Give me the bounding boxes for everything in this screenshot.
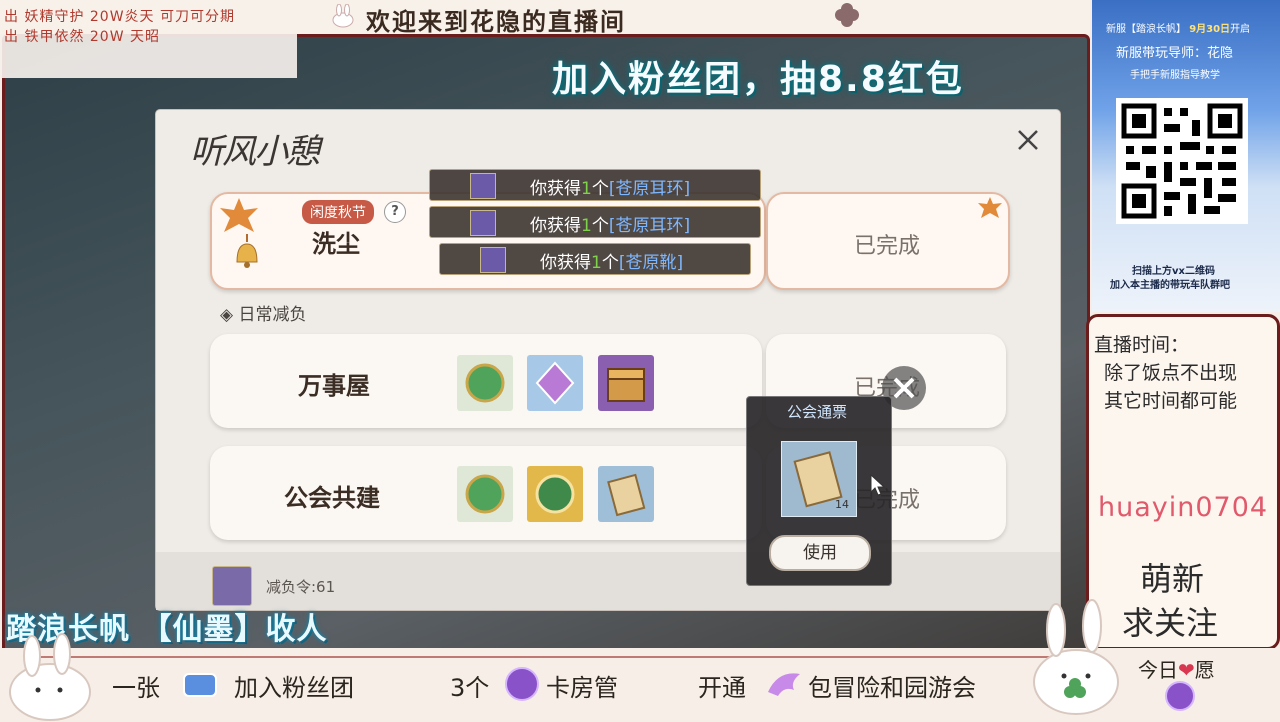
section-daily-relief: ◈ 日常减负: [220, 305, 307, 325]
toast-notification: 你获得1个[苍原耳环]: [429, 206, 761, 238]
bunny-clover-mascot-icon: [1033, 599, 1119, 715]
maple-leaf-icon: [978, 197, 1002, 218]
toast-notification: 你获得1个[苍原靴]: [439, 243, 751, 275]
fan-group-banner: 加入粉丝团，抽8.8红包: [552, 59, 964, 100]
bell-icon: [236, 234, 258, 268]
help-icon[interactable]: ?: [384, 201, 406, 223]
ad-tutorial-line: 手把手新服指导教学: [1130, 70, 1220, 81]
use-button[interactable]: 使用: [769, 535, 871, 571]
bunny-mascot-icon: [9, 633, 91, 721]
task-name-wanshiwu: 万事屋: [298, 371, 370, 400]
guild-pass-icon[interactable]: [598, 466, 654, 522]
ad-scan-text: 扫描上方vx二维码: [1132, 266, 1215, 277]
close-icon[interactable]: [1014, 126, 1042, 154]
item-count: 14: [835, 498, 849, 511]
live-time-line2: 其它时间都可能: [1104, 390, 1238, 412]
toast-text: 你获得1个[苍原耳环]: [530, 179, 691, 199]
purple-orb-icon: [1165, 681, 1195, 711]
perk-1-prefix: 一张: [112, 674, 160, 702]
perk-1-text: 加入粉丝团: [234, 674, 354, 702]
ad-join-text: 加入本主播的带玩车队群吧: [1110, 280, 1230, 291]
boots-icon: [480, 247, 506, 273]
ticker-second-text: 出 铁甲依然 20W 天昭: [4, 29, 161, 45]
mouse-cursor-icon: [870, 474, 886, 496]
task-name-gonghui: 公会共建: [284, 483, 380, 512]
ticker-top-text: 出 妖精守护 20W炎天 可刀可分期: [4, 9, 236, 25]
wing-icon: [768, 673, 800, 696]
exp-orb-icon[interactable]: [457, 466, 513, 522]
live-time-line1: 除了饭点不出现: [1104, 362, 1238, 384]
exp-orb-icon[interactable]: [457, 355, 513, 411]
qr-code-icon[interactable]: [1116, 98, 1248, 224]
ad-mentor-line: 新服带玩导师：花隐: [1116, 46, 1234, 61]
newbie-text: 萌新: [1140, 560, 1205, 598]
treasure-chest-icon[interactable]: [598, 355, 654, 411]
flower-icon: [835, 3, 859, 27]
perk-3-prefix: 开通: [698, 674, 746, 702]
live-time-title: 直播时间：: [1094, 334, 1190, 356]
task-name-xichen: 洗尘: [312, 229, 360, 258]
welcome-title: 欢迎来到花隐的直播间: [366, 8, 626, 36]
bunny-icon: [332, 4, 354, 28]
purple-orb-icon: [505, 667, 539, 701]
toast-notification: 你获得1个[苍原耳环]: [429, 169, 761, 201]
purple-crystal-icon[interactable]: [527, 355, 583, 411]
dialog-title: 听风小憩: [190, 132, 320, 172]
toast-text: 你获得1个[苍原耳环]: [530, 216, 691, 236]
fan-badge-icon: [183, 673, 217, 697]
streamer-handle: huayin0704: [1098, 492, 1269, 523]
event-badge: 闲度秋节: [302, 200, 374, 224]
popup-title: 公会通票: [786, 403, 847, 421]
contribution-badge-icon[interactable]: [527, 466, 583, 522]
ad-server-line: 新服【踏浪长帆】 9月30日开启: [1106, 24, 1251, 35]
perk-2-text: 卡房管: [546, 674, 618, 702]
relief-token-icon: [212, 566, 252, 606]
divider: [40, 656, 1070, 658]
maple-leaf-icon: [220, 198, 258, 232]
task-status-xichen: 已完成: [854, 234, 921, 259]
perk-3-text: 包冒险和园游会: [808, 674, 976, 702]
earring-icon: [470, 173, 496, 199]
earring-icon: [470, 210, 496, 236]
relief-token-count: 减负令:61: [266, 578, 336, 596]
toast-text: 你获得1个[苍原靴]: [540, 253, 684, 273]
follow-request-text: 求关注: [1122, 604, 1219, 642]
perk-2-prefix: 3个: [450, 674, 490, 702]
